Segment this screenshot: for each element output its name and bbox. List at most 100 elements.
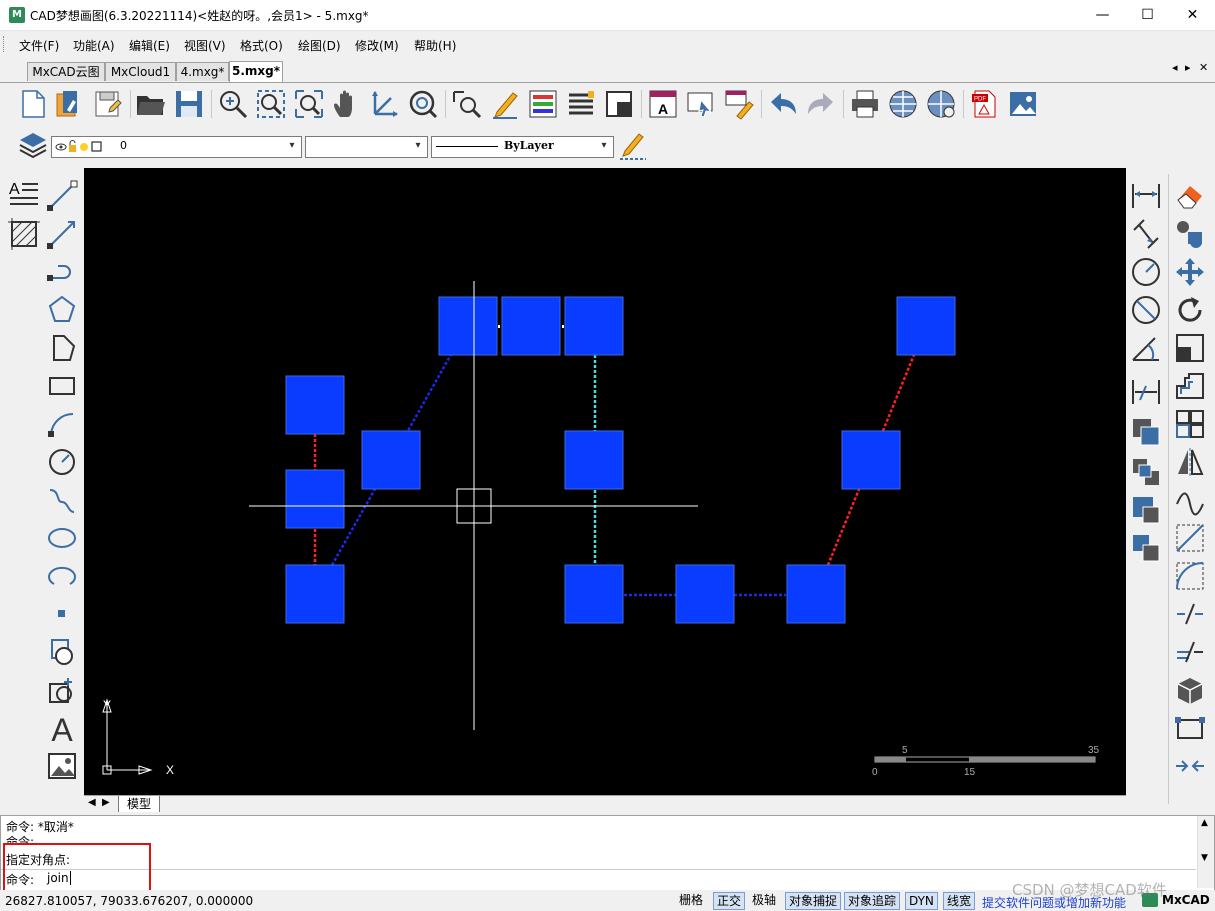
block[interactable] <box>564 430 624 490</box>
open-folder-icon[interactable] <box>135 88 167 120</box>
text-icon[interactable]: A <box>46 712 78 744</box>
ucs-axis-icon[interactable] <box>369 88 401 120</box>
command-scrollbar[interactable]: ▲ ▼ <box>1197 816 1214 888</box>
tab-next-icon[interactable]: ▸ <box>1185 61 1191 74</box>
zoom-in-icon[interactable] <box>217 88 249 120</box>
insert-block-icon[interactable] <box>46 636 78 668</box>
copy-objects-icon[interactable] <box>1174 218 1206 250</box>
menu-view[interactable]: 视图(V) <box>184 37 226 54</box>
redo-icon[interactable] <box>805 88 837 120</box>
chevron-down-icon[interactable]: ▾ <box>411 139 425 153</box>
web-globe-settings-icon[interactable] <box>925 88 957 120</box>
circle-icon[interactable] <box>46 446 78 478</box>
polygon-icon[interactable] <box>46 294 78 326</box>
block[interactable] <box>564 296 624 356</box>
layers-icon[interactable] <box>17 129 49 161</box>
block[interactable] <box>564 564 624 624</box>
offset-icon[interactable] <box>1130 494 1162 526</box>
scale-icon[interactable] <box>1174 332 1206 364</box>
match-properties-icon[interactable] <box>723 88 755 120</box>
grid-toggle[interactable]: 栅格 <box>676 892 706 908</box>
point-icon[interactable] <box>46 598 78 630</box>
scroll-up-icon[interactable]: ▲ <box>1201 818 1208 828</box>
stretch-icon[interactable] <box>1174 370 1206 402</box>
block[interactable] <box>675 564 735 624</box>
array-icon[interactable] <box>1130 532 1162 564</box>
tab-mxcad-cloud[interactable]: MxCAD云图 <box>27 62 105 81</box>
menu-function[interactable]: 功能(A) <box>73 37 115 54</box>
copy-icon[interactable] <box>1130 416 1162 448</box>
chevron-down-icon[interactable]: ▾ <box>597 139 611 153</box>
block[interactable] <box>438 296 498 356</box>
save-as-icon[interactable] <box>92 88 124 120</box>
image-export-icon[interactable] <box>1007 88 1039 120</box>
spline-icon[interactable] <box>46 484 78 516</box>
break-at-point-icon[interactable] <box>1174 636 1206 668</box>
mtext-icon[interactable]: A <box>8 178 40 210</box>
osnap-toggle[interactable]: 对象捕捉 <box>785 892 842 910</box>
continue-dim-icon[interactable] <box>1130 376 1162 408</box>
drawing-svg[interactable]: Y X 5 35 0 15 <box>84 168 1126 795</box>
select-cursor-icon[interactable] <box>685 88 717 120</box>
tab-mxcloud1[interactable]: MxCloud1 <box>105 62 176 81</box>
menu-modify[interactable]: 修改(M) <box>355 37 399 54</box>
block-icon[interactable] <box>603 88 635 120</box>
polar-toggle[interactable]: 极轴 <box>749 892 779 908</box>
linetype-icon[interactable] <box>565 88 597 120</box>
color-combo[interactable]: ▾ <box>305 136 428 158</box>
block[interactable] <box>786 564 846 624</box>
curve-icon[interactable] <box>1174 484 1206 516</box>
ellipse-arc-icon[interactable] <box>46 560 78 592</box>
block[interactable] <box>896 296 956 356</box>
layer-combo[interactable]: 0 ▾ <box>51 136 302 158</box>
hatch-icon[interactable] <box>8 218 40 250</box>
move-icon[interactable] <box>1174 256 1206 288</box>
menu-edit[interactable]: 编辑(E) <box>129 37 170 54</box>
arc-icon[interactable] <box>46 408 78 440</box>
pan-hand-icon[interactable] <box>331 88 363 120</box>
ellipse-icon[interactable] <box>46 522 78 554</box>
undo-icon[interactable] <box>767 88 799 120</box>
maximize-button[interactable]: ☐ <box>1125 0 1170 30</box>
pentagon-icon[interactable] <box>46 332 78 364</box>
fillet-icon[interactable] <box>1174 560 1206 592</box>
block[interactable] <box>841 430 901 490</box>
chevron-down-icon[interactable]: ▾ <box>285 139 299 153</box>
make-block-icon[interactable] <box>46 674 78 706</box>
diameter-dim-icon[interactable] <box>1130 294 1162 326</box>
mirror-icon[interactable] <box>1174 446 1206 478</box>
prev-layout-icon[interactable]: ◀ <box>88 797 96 808</box>
tab-prev-icon[interactable]: ◂ <box>1172 61 1178 74</box>
linear-dim-icon[interactable] <box>1130 180 1162 212</box>
block[interactable] <box>501 296 561 356</box>
break-icon[interactable] <box>1174 598 1206 630</box>
tab-model[interactable]: 模型 <box>118 796 161 812</box>
move-copy-icon[interactable] <box>1130 456 1162 488</box>
layer-properties-icon[interactable] <box>527 88 559 120</box>
block[interactable] <box>285 375 345 435</box>
tab-close-icon[interactable]: ✕ <box>1199 61 1208 74</box>
pencil-draw-icon[interactable] <box>489 88 521 120</box>
aligned-dim-icon[interactable] <box>1130 218 1162 250</box>
join-icon[interactable] <box>1174 712 1206 744</box>
zoom-window-icon[interactable] <box>255 88 287 120</box>
angular-dim-icon[interactable] <box>1130 332 1162 364</box>
zoom-previous-icon[interactable] <box>407 88 439 120</box>
text-style-icon[interactable]: A <box>647 88 679 120</box>
chamfer-icon[interactable] <box>1174 522 1206 554</box>
open-template-icon[interactable] <box>53 88 85 120</box>
scroll-down-icon[interactable]: ▼ <box>1201 853 1208 863</box>
pdf-export-icon[interactable]: PDF <box>969 88 1001 120</box>
tab-4-mxg[interactable]: 4.mxg* <box>176 62 229 81</box>
next-layout-icon[interactable]: ▶ <box>102 797 110 808</box>
menu-help[interactable]: 帮助(H) <box>414 37 456 54</box>
block[interactable] <box>361 430 421 490</box>
block[interactable] <box>285 564 345 624</box>
minimize-button[interactable]: — <box>1080 0 1125 30</box>
rectangle-icon[interactable] <box>46 370 78 402</box>
measure-zoom-icon[interactable] <box>451 88 483 120</box>
polyline-icon[interactable] <box>46 256 78 288</box>
erase-icon[interactable] <box>1174 180 1206 212</box>
block[interactable] <box>285 469 345 529</box>
new-file-icon[interactable] <box>17 88 49 120</box>
